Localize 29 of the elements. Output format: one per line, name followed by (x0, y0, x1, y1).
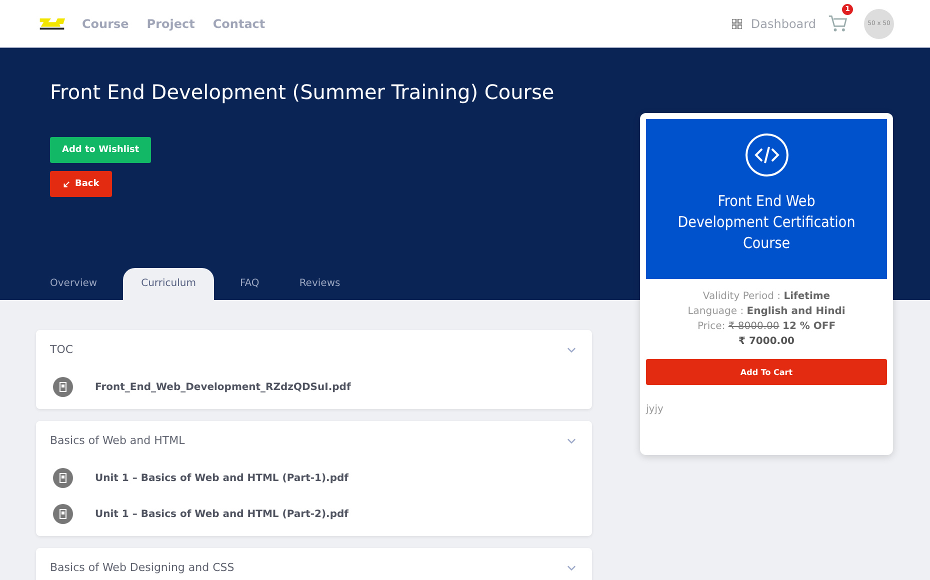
tab[interactable]: Overview (36, 268, 112, 300)
chevron-down-icon[interactable] (567, 564, 576, 570)
section-title[interactable]: Basics of Web Designing and CSS (50, 561, 234, 574)
file-link[interactable]: Unit 1 – Basics of Web and HTML (Part-2).pdf (95, 508, 348, 520)
file-link[interactable]: Unit 1 – Basics of Web and HTML (Part-1).pdf (95, 472, 348, 484)
detail-line: Validity Period : Lifetime (702, 291, 830, 302)
note-text: jyjy (646, 404, 664, 415)
price-line: Price: ₹ 8000.00 12 % OFF (697, 321, 836, 332)
course-title: Front End Development (Summer Training) Course (50, 80, 556, 104)
cart-icon[interactable] (828, 14, 848, 32)
document-icon (53, 468, 73, 488)
banner-title: Front End Web Development Certification Course (676, 191, 856, 254)
section-title[interactable]: Basics of Web and HTML (50, 434, 185, 447)
arrow-icon (63, 180, 70, 188)
section-title[interactable]: TOC (50, 343, 74, 356)
file-link[interactable]: Front_End_Web_Development_RZdzQDSuI.pdf (95, 382, 351, 392)
code-icon (744, 133, 788, 177)
chevron-down-icon[interactable] (567, 346, 576, 352)
tab[interactable]: Curriculum (123, 268, 214, 300)
final-price: ₹ 7000.00 (738, 336, 794, 347)
detail-line: Language : English and Hindi (688, 306, 846, 317)
grid-icon (732, 18, 742, 28)
tab[interactable]: Reviews (285, 268, 354, 300)
chevron-down-icon[interactable] (567, 438, 576, 444)
back-button[interactable]: Back (50, 171, 112, 197)
document-icon (53, 504, 73, 524)
add-to-cart-button[interactable]: Add To Cart (646, 359, 887, 385)
tab[interactable]: FAQ (226, 268, 274, 300)
document-icon (53, 377, 73, 397)
